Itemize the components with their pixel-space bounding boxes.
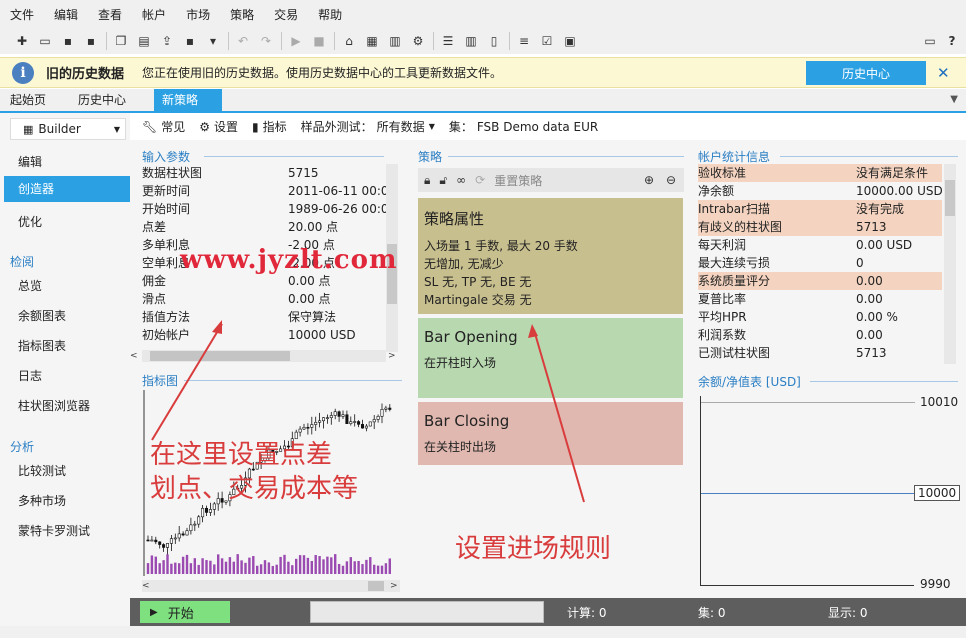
annotation-left-line: 划点、交易成本等: [150, 474, 359, 504]
annotation-left-line: 在这里设置点差: [150, 440, 333, 470]
annotation-arrow-right: [533, 329, 585, 503]
annotation-arrowhead-left: [212, 320, 222, 334]
annotation-right: 设置进场规则: [455, 534, 612, 564]
annotation-arrowhead-right: [528, 324, 538, 338]
watermark: www.jyzlt.com: [180, 245, 398, 275]
annotation-arrow-left: [151, 323, 223, 441]
annotation-left: 在这里设置点差 划点、交易成本等: [150, 438, 358, 506]
